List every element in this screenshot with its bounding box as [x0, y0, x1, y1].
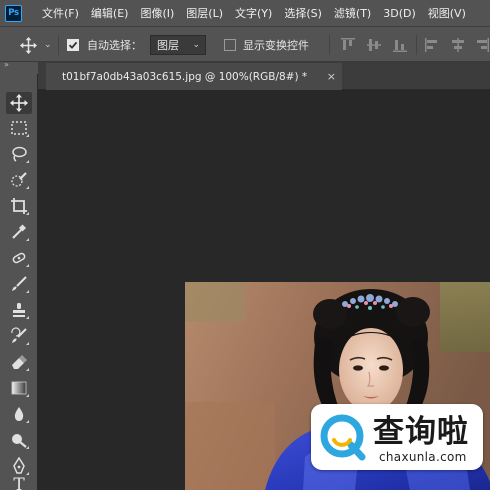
- close-icon[interactable]: ×: [327, 70, 336, 83]
- blur-tool[interactable]: [6, 403, 32, 425]
- gradient-tool[interactable]: [6, 377, 32, 399]
- eraser-tool[interactable]: [6, 351, 32, 373]
- align-left-icon[interactable]: [424, 37, 440, 53]
- tools-panel: T: [0, 74, 38, 490]
- type-icon: T: [13, 475, 25, 490]
- auto-select-target-value: 图层: [157, 39, 179, 52]
- options-separator: [329, 35, 330, 55]
- menu-view[interactable]: 视图(V): [428, 5, 466, 21]
- lasso-tool[interactable]: [6, 143, 32, 165]
- quick-selection-tool[interactable]: [6, 169, 32, 191]
- document-tab-title: t01bf7a0db43a03c615.jpg @ 100%(RGB/8#) *: [62, 70, 308, 83]
- brush-tool[interactable]: [6, 273, 32, 295]
- site-watermark: 查询啦 chaxunla.com: [311, 404, 483, 470]
- move-icon: [20, 36, 37, 54]
- chevron-down-icon: ⌄: [192, 40, 200, 50]
- align-right-icon[interactable]: [474, 37, 490, 53]
- auto-select-checkbox[interactable]: 自动选择：: [67, 27, 142, 63]
- healing-brush-tool[interactable]: [6, 247, 32, 269]
- document-tab[interactable]: t01bf7a0db43a03c615.jpg @ 100%(RGB/8#) *…: [46, 63, 342, 90]
- align-vertical-center-icon[interactable]: [366, 37, 382, 53]
- menu-filter[interactable]: 滤镜(T): [334, 5, 371, 21]
- transform-controls-label: 显示变换控件: [243, 39, 309, 52]
- options-separator: [416, 35, 417, 55]
- menu-image[interactable]: 图像(I): [140, 5, 174, 21]
- options-bar: ⌄ 自动选择： 图层 ⌄ 显示变换控件: [0, 26, 490, 62]
- checkmark-icon: [68, 41, 78, 49]
- menu-edit[interactable]: 编辑(E): [91, 5, 129, 21]
- eyedropper-tool[interactable]: [6, 221, 32, 243]
- move-tool[interactable]: [6, 92, 32, 114]
- align-top-icon[interactable]: [340, 37, 356, 53]
- watermark-title: 查询啦: [373, 414, 469, 450]
- history-brush-tool[interactable]: [6, 325, 32, 347]
- menu-type[interactable]: 文字(Y): [235, 5, 272, 21]
- options-separator: [58, 35, 59, 55]
- document-tab-bar: t01bf7a0db43a03c615.jpg @ 100%(RGB/8#) *…: [38, 62, 490, 90]
- magnifier-logo-icon: [320, 414, 366, 461]
- menu-bar: Ps 文件(F) 编辑(E) 图像(I) 图层(L) 文字(Y) 选择(S) 滤…: [0, 0, 490, 26]
- type-tool[interactable]: T: [6, 475, 32, 490]
- panel-collapse-icon[interactable]: »: [4, 60, 9, 69]
- pen-tool[interactable]: [6, 455, 32, 477]
- transform-controls-check[interactable]: [224, 39, 236, 51]
- photoshop-logo[interactable]: Ps: [5, 4, 22, 22]
- auto-select-target-dropdown[interactable]: 图层 ⌄: [150, 35, 206, 55]
- chevron-down-icon: ⌄: [44, 40, 52, 50]
- menu-layer[interactable]: 图层(L): [186, 5, 223, 21]
- menu-3d[interactable]: 3D(D): [383, 7, 416, 20]
- align-bottom-icon[interactable]: [392, 37, 408, 53]
- auto-select-check[interactable]: [67, 39, 79, 51]
- auto-select-label: 自动选择：: [87, 39, 142, 52]
- marquee-tool[interactable]: [6, 117, 32, 139]
- menu-select[interactable]: 选择(S): [284, 5, 322, 21]
- menu-file[interactable]: 文件(F): [42, 5, 79, 21]
- tool-preset-picker[interactable]: ⌄: [20, 27, 52, 63]
- clone-stamp-tool[interactable]: [6, 299, 32, 321]
- crop-tool[interactable]: [6, 195, 32, 217]
- transform-controls-checkbox[interactable]: 显示变换控件: [224, 27, 309, 63]
- dodge-tool[interactable]: [6, 429, 32, 451]
- watermark-url: chaxunla.com: [379, 450, 467, 464]
- move-icon: [10, 94, 28, 112]
- align-horizontal-center-icon[interactable]: [450, 37, 466, 53]
